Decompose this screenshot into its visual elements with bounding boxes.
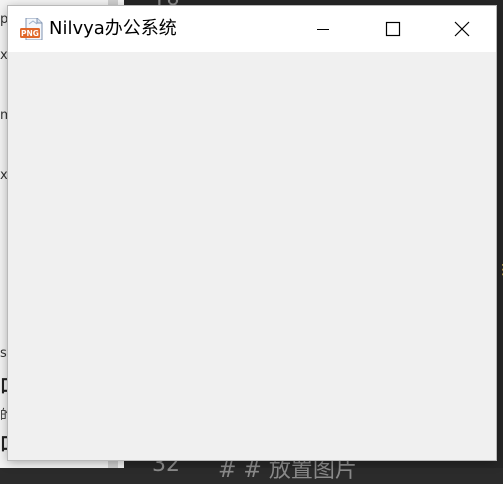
title-bar[interactable]: PNG Nilvya办公系统 <box>8 6 496 52</box>
close-icon <box>454 21 470 37</box>
window-title: Nilvya办公系统 <box>49 18 177 39</box>
minimize-button[interactable] <box>288 6 358 52</box>
png-icon-label: PNG <box>21 29 39 38</box>
background-editor-marker: ⋮ <box>496 262 503 278</box>
png-file-icon: PNG <box>20 17 44 41</box>
maximize-icon <box>385 21 401 37</box>
maximize-button[interactable] <box>358 6 428 52</box>
background-text-fragment: x <box>0 48 8 63</box>
close-button[interactable] <box>428 6 496 52</box>
window-client-area <box>8 52 496 460</box>
minimize-icon <box>316 22 330 36</box>
app-window: PNG Nilvya办公系统 <box>8 6 496 460</box>
background-text-fragment: x <box>0 168 8 183</box>
